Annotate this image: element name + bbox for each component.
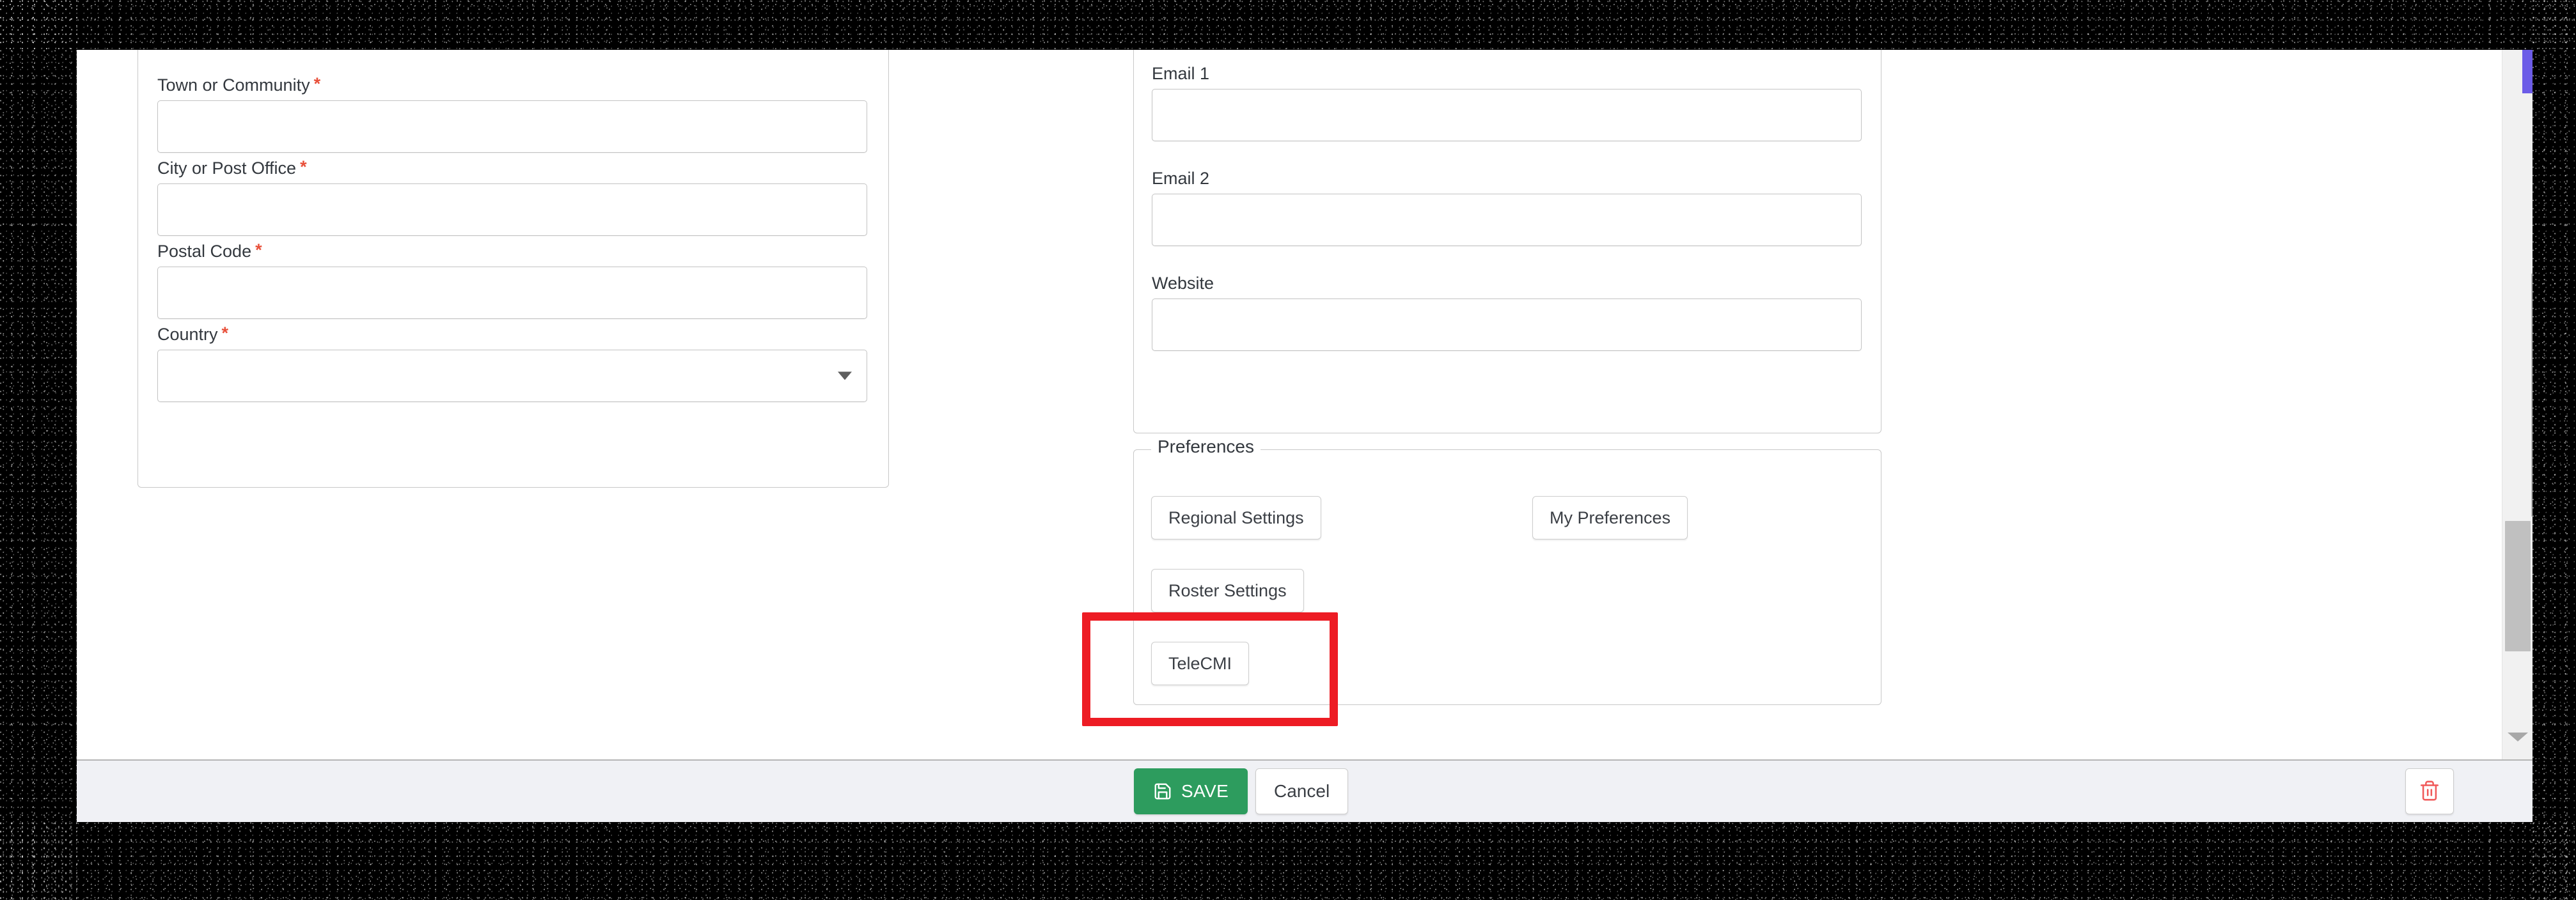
save-button-label: SAVE [1181, 781, 1229, 801]
chevron-down-icon[interactable] [2507, 733, 2528, 741]
input-email-2[interactable] [1152, 194, 1862, 246]
required-asterisk: * [255, 240, 262, 260]
capture-border-top [0, 0, 2576, 50]
input-postal-code[interactable] [157, 267, 867, 319]
field-label-city-or-post-office: City or Post Office * [157, 157, 867, 179]
field-label-email-2: Email 2 [1152, 169, 1210, 188]
field-label-email-1: Email 1 [1152, 64, 1210, 83]
delete-button[interactable] [2405, 768, 2454, 814]
field-label-website: Website [1152, 274, 1214, 293]
field-postal-code: Postal Code * [157, 240, 867, 319]
label-text: Country [157, 325, 218, 344]
form-scroll-area: Town or Community * City or Post Office * … [77, 50, 2533, 759]
screenshot-root: Town or Community * City or Post Office * … [0, 0, 2576, 900]
label-text: City or Post Office [157, 159, 297, 178]
input-website[interactable] [1152, 299, 1862, 351]
cancel-button[interactable]: Cancel [1255, 768, 1349, 814]
roster-settings-button[interactable]: Roster Settings [1151, 569, 1304, 612]
input-town-or-community[interactable] [157, 100, 867, 153]
capture-border-bottom [0, 822, 2576, 900]
address-fieldset: Town or Community * City or Post Office * … [137, 50, 889, 488]
telecmi-button[interactable]: TeleCMI [1151, 642, 1250, 685]
scrollbar-thumb[interactable] [2505, 521, 2531, 651]
regional-settings-button[interactable]: Regional Settings [1151, 496, 1321, 539]
field-email-2: Email 2 [1152, 168, 1862, 246]
floppy-disk-icon [1153, 782, 1172, 801]
capture-border-right [2533, 0, 2576, 900]
field-country: Country * [157, 323, 867, 402]
required-asterisk: * [221, 323, 229, 343]
country-select-wrapper[interactable] [157, 350, 867, 402]
trash-icon [2419, 780, 2440, 803]
field-label-town-or-community: Town or Community * [157, 74, 867, 96]
field-label-country: Country * [157, 323, 867, 345]
input-email-1[interactable] [1152, 89, 1862, 141]
capture-border-left [0, 0, 77, 900]
input-city-or-post-office[interactable] [157, 183, 867, 236]
scroll-track-divider [2531, 274, 2533, 516]
my-preferences-button[interactable]: My Preferences [1532, 496, 1688, 539]
vertical-scrollbar[interactable] [2502, 50, 2533, 759]
preferences-legend: Preferences [1151, 436, 1261, 458]
field-label-postal-code: Postal Code * [157, 240, 867, 262]
required-asterisk: * [300, 157, 307, 176]
field-town-or-community: Town or Community * [157, 74, 867, 153]
contact-fieldset: Email 1 Email 2 Website [1133, 50, 1881, 433]
field-website: Website [1152, 273, 1862, 351]
select-country[interactable] [157, 350, 867, 402]
label-text: Postal Code [157, 242, 252, 261]
save-button[interactable]: SAVE [1134, 768, 1248, 814]
application-window: Town or Community * City or Post Office * … [77, 50, 2533, 822]
label-text: Town or Community [157, 75, 310, 95]
footer-action-bar: SAVE Cancel [77, 759, 2533, 822]
field-city-or-post-office: City or Post Office * [157, 157, 867, 236]
accent-strip [2522, 50, 2533, 93]
field-email-1: Email 1 [1152, 63, 1862, 141]
required-asterisk: * [313, 74, 321, 93]
preferences-fieldset: Preferences Regional Settings My Prefere… [1133, 436, 1881, 705]
